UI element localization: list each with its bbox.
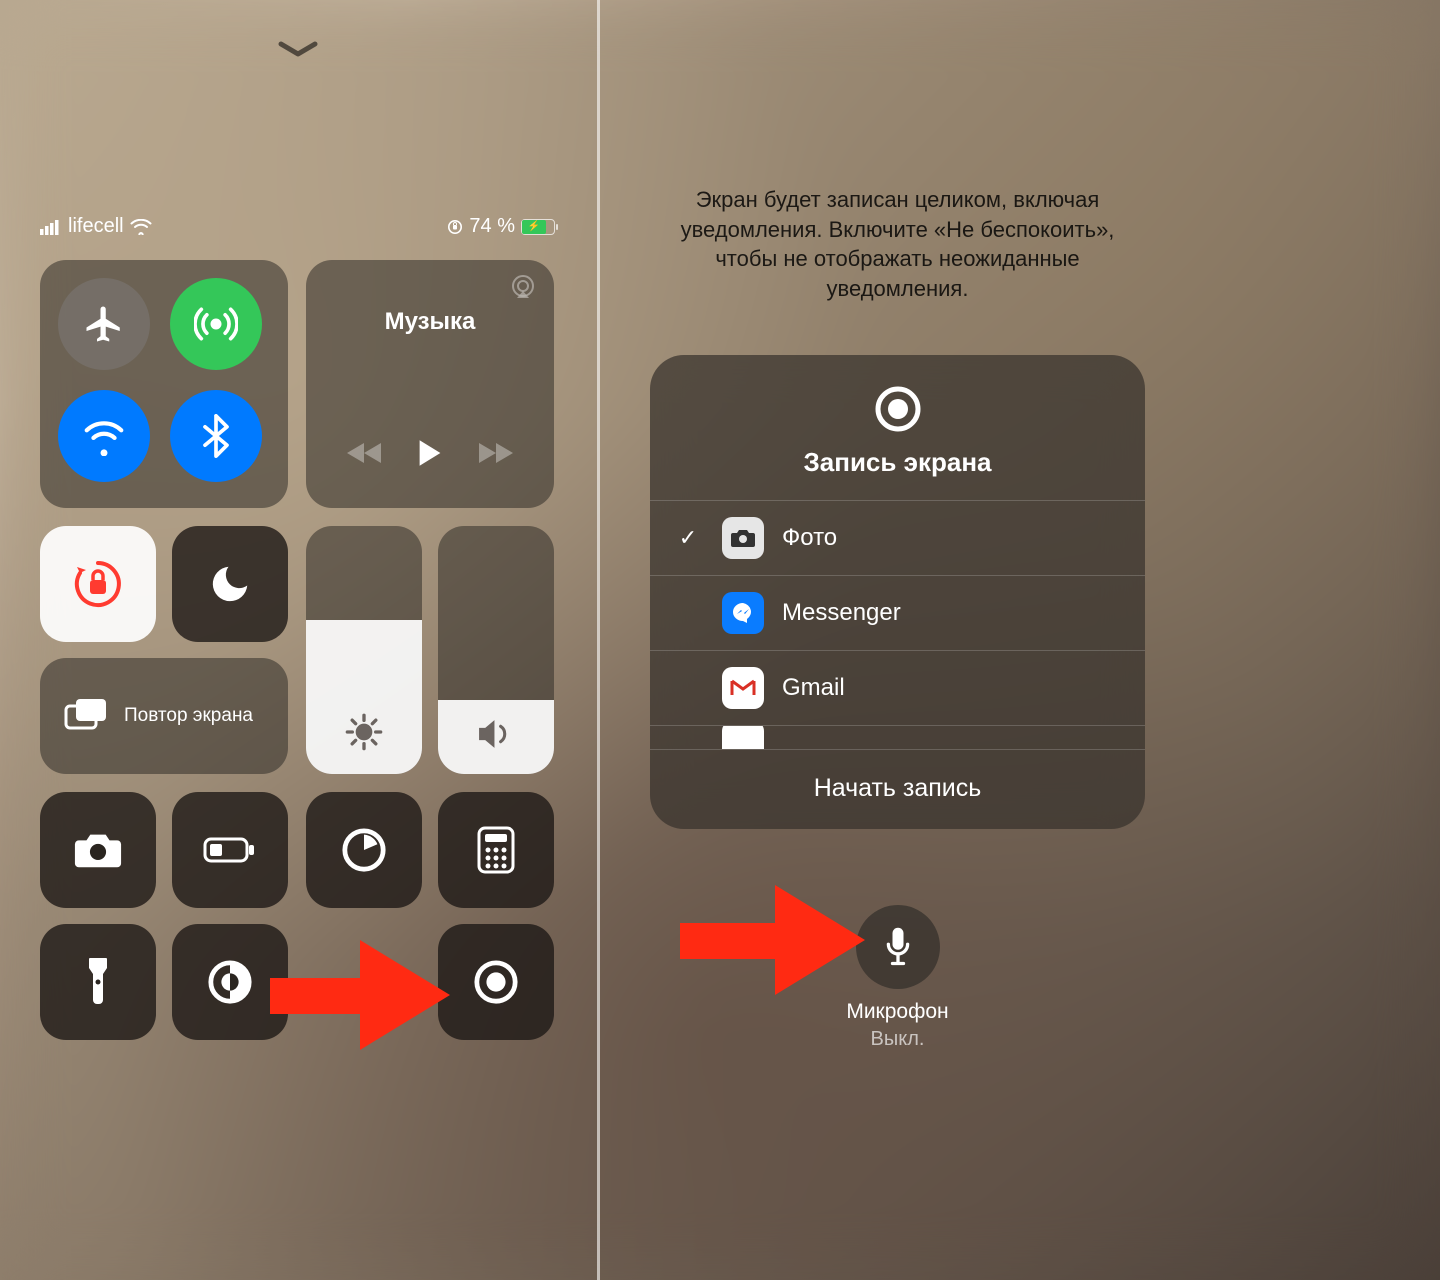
microphone-label: Микрофон — [600, 1000, 1195, 1024]
start-recording-button[interactable]: Начать запись — [650, 749, 1145, 829]
brightness-slider[interactable] — [306, 526, 422, 774]
wifi-toggle[interactable] — [58, 390, 150, 482]
bluetooth-toggle[interactable] — [170, 390, 262, 482]
camera-button[interactable] — [40, 792, 156, 908]
microphone-state: Выкл. — [600, 1028, 1195, 1051]
low-power-mode-toggle[interactable] — [172, 792, 288, 908]
recording-title: Запись экрана — [650, 447, 1145, 478]
rewind-icon[interactable] — [347, 441, 383, 465]
app-option-row[interactable]: ✓ Фото — [650, 500, 1145, 575]
airplay-icon[interactable] — [508, 274, 538, 302]
calculator-button[interactable] — [438, 792, 554, 908]
recording-notice: Экран будет записан целиком, включая уве… — [660, 185, 1135, 304]
screen-mirroring-label: Повтор экрана — [124, 705, 253, 728]
app-option-row[interactable]: Gmail — [650, 650, 1145, 725]
brightness-icon — [344, 712, 384, 752]
app-name-label: Фото — [782, 524, 837, 552]
app-name-label: Messenger — [782, 599, 901, 627]
cellular-signal-icon — [40, 219, 62, 235]
screen-mirroring-button[interactable]: Повтор экрана — [40, 658, 288, 774]
recording-card: Запись экрана ✓ Фото Messenger Gmail Начать… — [650, 355, 1145, 829]
control-center-panel: lifecell 74 % ⚡ — [0, 0, 595, 1280]
app-option-row[interactable]: Messenger — [650, 575, 1145, 650]
app-name-label: Gmail — [782, 674, 845, 702]
screen-recording-panel: Экран будет записан целиком, включая уве… — [600, 0, 1195, 1280]
battery-percent-label: 74 % — [469, 215, 515, 238]
orientation-lock-status-icon — [447, 219, 463, 235]
app-icon — [722, 517, 764, 559]
microphone-toggle[interactable] — [856, 905, 940, 989]
app-option-row-more[interactable] — [650, 725, 1145, 749]
cellular-data-toggle[interactable] — [170, 278, 262, 370]
annotation-arrow-icon — [680, 885, 865, 995]
screen-recording-button[interactable] — [438, 924, 554, 1040]
battery-icon: ⚡ — [521, 219, 555, 235]
checkmark-icon: ✓ — [672, 525, 704, 551]
airplane-mode-toggle[interactable] — [58, 278, 150, 370]
app-icon — [722, 667, 764, 709]
screen-mirroring-icon — [62, 696, 108, 736]
volume-icon — [476, 716, 516, 752]
app-icon — [722, 592, 764, 634]
app-icon — [722, 725, 764, 749]
do-not-disturb-toggle[interactable] — [172, 526, 288, 642]
play-icon[interactable] — [417, 438, 443, 468]
timer-button[interactable] — [306, 792, 422, 908]
music-widget[interactable]: Музыка — [306, 260, 554, 508]
volume-slider[interactable] — [438, 526, 554, 774]
chevron-down-icon[interactable] — [277, 40, 319, 60]
flashlight-button[interactable] — [40, 924, 156, 1040]
status-bar: lifecell 74 % ⚡ — [40, 215, 555, 238]
music-title: Музыка — [326, 308, 534, 336]
wifi-icon — [130, 219, 152, 235]
annotation-arrow-icon — [270, 940, 450, 1050]
connectivity-group[interactable] — [40, 260, 288, 508]
carrier-label: lifecell — [68, 215, 124, 238]
forward-icon[interactable] — [477, 441, 513, 465]
record-icon — [650, 385, 1145, 433]
orientation-lock-toggle[interactable] — [40, 526, 156, 642]
